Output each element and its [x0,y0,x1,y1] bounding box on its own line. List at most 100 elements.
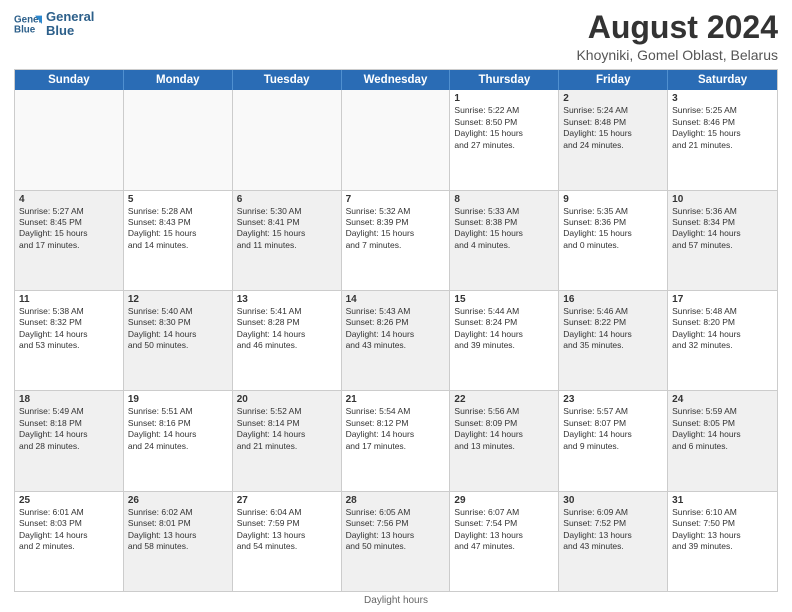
day-number: 26 [128,495,228,506]
cell-info: Sunrise: 5:46 AM Sunset: 8:22 PM Dayligh… [563,306,663,352]
calendar-cell [124,90,233,189]
header: General Blue General Blue August 2024 Kh… [14,10,778,63]
day-number: 15 [454,294,554,305]
calendar-header-cell: Sunday [15,70,124,90]
cell-info: Sunrise: 5:41 AM Sunset: 8:28 PM Dayligh… [237,306,337,352]
page-container: General Blue General Blue August 2024 Kh… [0,0,792,612]
cell-info: Sunrise: 6:10 AM Sunset: 7:50 PM Dayligh… [672,507,773,553]
day-number: 28 [346,495,446,506]
calendar-header-cell: Tuesday [233,70,342,90]
day-number: 22 [454,394,554,405]
calendar-cell: 13Sunrise: 5:41 AM Sunset: 8:28 PM Dayli… [233,291,342,390]
cell-info: Sunrise: 5:30 AM Sunset: 8:41 PM Dayligh… [237,206,337,252]
calendar-cell: 23Sunrise: 5:57 AM Sunset: 8:07 PM Dayli… [559,391,668,490]
cell-info: Sunrise: 5:33 AM Sunset: 8:38 PM Dayligh… [454,206,554,252]
calendar-week: 25Sunrise: 6:01 AM Sunset: 8:03 PM Dayli… [15,492,777,591]
day-number: 21 [346,394,446,405]
cell-info: Sunrise: 5:44 AM Sunset: 8:24 PM Dayligh… [454,306,554,352]
main-title: August 2024 [576,10,778,45]
day-number: 25 [19,495,119,506]
cell-info: Sunrise: 5:52 AM Sunset: 8:14 PM Dayligh… [237,406,337,452]
calendar-cell: 3Sunrise: 5:25 AM Sunset: 8:46 PM Daylig… [668,90,777,189]
day-number: 24 [672,394,773,405]
calendar-cell [342,90,451,189]
day-number: 13 [237,294,337,305]
calendar-header-cell: Saturday [668,70,777,90]
calendar-cell: 29Sunrise: 6:07 AM Sunset: 7:54 PM Dayli… [450,492,559,591]
calendar-cell [233,90,342,189]
calendar-cell: 27Sunrise: 6:04 AM Sunset: 7:59 PM Dayli… [233,492,342,591]
calendar-cell: 10Sunrise: 5:36 AM Sunset: 8:34 PM Dayli… [668,191,777,290]
calendar-cell: 2Sunrise: 5:24 AM Sunset: 8:48 PM Daylig… [559,90,668,189]
day-number: 3 [672,93,773,104]
day-number: 4 [19,194,119,205]
day-number: 11 [19,294,119,305]
calendar-week: 1Sunrise: 5:22 AM Sunset: 8:50 PM Daylig… [15,90,777,190]
day-number: 2 [563,93,663,104]
cell-info: Sunrise: 5:36 AM Sunset: 8:34 PM Dayligh… [672,206,773,252]
cell-info: Sunrise: 5:35 AM Sunset: 8:36 PM Dayligh… [563,206,663,252]
title-block: August 2024 Khoyniki, Gomel Oblast, Bela… [576,10,778,63]
calendar-cell: 30Sunrise: 6:09 AM Sunset: 7:52 PM Dayli… [559,492,668,591]
cell-info: Sunrise: 5:54 AM Sunset: 8:12 PM Dayligh… [346,406,446,452]
calendar-week: 18Sunrise: 5:49 AM Sunset: 8:18 PM Dayli… [15,391,777,491]
cell-info: Sunrise: 6:02 AM Sunset: 8:01 PM Dayligh… [128,507,228,553]
calendar-week: 11Sunrise: 5:38 AM Sunset: 8:32 PM Dayli… [15,291,777,391]
calendar-header-cell: Monday [124,70,233,90]
calendar-cell: 12Sunrise: 5:40 AM Sunset: 8:30 PM Dayli… [124,291,233,390]
cell-info: Sunrise: 5:22 AM Sunset: 8:50 PM Dayligh… [454,105,554,151]
day-number: 7 [346,194,446,205]
cell-info: Sunrise: 5:24 AM Sunset: 8:48 PM Dayligh… [563,105,663,151]
day-number: 29 [454,495,554,506]
day-number: 27 [237,495,337,506]
cell-info: Sunrise: 5:38 AM Sunset: 8:32 PM Dayligh… [19,306,119,352]
day-number: 30 [563,495,663,506]
calendar-cell: 11Sunrise: 5:38 AM Sunset: 8:32 PM Dayli… [15,291,124,390]
subtitle: Khoyniki, Gomel Oblast, Belarus [576,47,778,63]
calendar-cell [15,90,124,189]
cell-info: Sunrise: 5:48 AM Sunset: 8:20 PM Dayligh… [672,306,773,352]
cell-info: Sunrise: 6:09 AM Sunset: 7:52 PM Dayligh… [563,507,663,553]
day-number: 8 [454,194,554,205]
day-number: 10 [672,194,773,205]
logo-icon: General Blue [14,10,42,38]
cell-info: Sunrise: 5:25 AM Sunset: 8:46 PM Dayligh… [672,105,773,151]
logo-line2: Blue [46,24,94,38]
calendar-cell: 18Sunrise: 5:49 AM Sunset: 8:18 PM Dayli… [15,391,124,490]
day-number: 9 [563,194,663,205]
logo-line1: General [46,10,94,24]
calendar-cell: 28Sunrise: 6:05 AM Sunset: 7:56 PM Dayli… [342,492,451,591]
cell-info: Sunrise: 5:49 AM Sunset: 8:18 PM Dayligh… [19,406,119,452]
svg-text:Blue: Blue [14,25,36,36]
cell-info: Sunrise: 5:32 AM Sunset: 8:39 PM Dayligh… [346,206,446,252]
calendar-cell: 6Sunrise: 5:30 AM Sunset: 8:41 PM Daylig… [233,191,342,290]
day-number: 1 [454,93,554,104]
calendar-header: SundayMondayTuesdayWednesdayThursdayFrid… [15,70,777,90]
calendar-cell: 4Sunrise: 5:27 AM Sunset: 8:45 PM Daylig… [15,191,124,290]
cell-info: Sunrise: 6:04 AM Sunset: 7:59 PM Dayligh… [237,507,337,553]
day-number: 17 [672,294,773,305]
cell-info: Sunrise: 5:27 AM Sunset: 8:45 PM Dayligh… [19,206,119,252]
calendar-week: 4Sunrise: 5:27 AM Sunset: 8:45 PM Daylig… [15,191,777,291]
calendar-cell: 16Sunrise: 5:46 AM Sunset: 8:22 PM Dayli… [559,291,668,390]
day-number: 18 [19,394,119,405]
day-number: 12 [128,294,228,305]
calendar-cell: 15Sunrise: 5:44 AM Sunset: 8:24 PM Dayli… [450,291,559,390]
calendar-cell: 31Sunrise: 6:10 AM Sunset: 7:50 PM Dayli… [668,492,777,591]
logo: General Blue General Blue [14,10,94,39]
day-number: 20 [237,394,337,405]
calendar-header-cell: Thursday [450,70,559,90]
day-number: 31 [672,495,773,506]
calendar-cell: 17Sunrise: 5:48 AM Sunset: 8:20 PM Dayli… [668,291,777,390]
day-number: 19 [128,394,228,405]
calendar-cell: 7Sunrise: 5:32 AM Sunset: 8:39 PM Daylig… [342,191,451,290]
cell-info: Sunrise: 5:56 AM Sunset: 8:09 PM Dayligh… [454,406,554,452]
calendar-cell: 5Sunrise: 5:28 AM Sunset: 8:43 PM Daylig… [124,191,233,290]
day-number: 14 [346,294,446,305]
calendar-header-cell: Wednesday [342,70,451,90]
calendar-cell: 22Sunrise: 5:56 AM Sunset: 8:09 PM Dayli… [450,391,559,490]
calendar-cell: 26Sunrise: 6:02 AM Sunset: 8:01 PM Dayli… [124,492,233,591]
calendar-header-cell: Friday [559,70,668,90]
cell-info: Sunrise: 6:05 AM Sunset: 7:56 PM Dayligh… [346,507,446,553]
day-number: 23 [563,394,663,405]
